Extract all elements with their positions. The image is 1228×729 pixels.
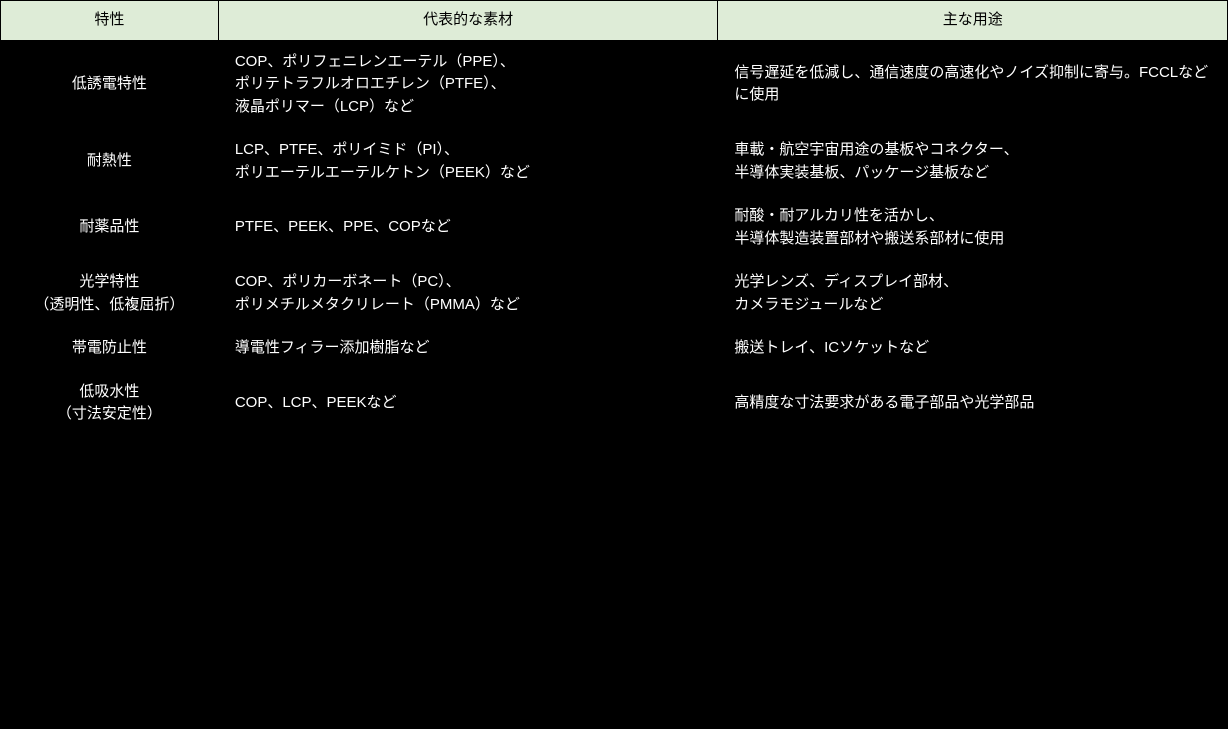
table-row: 帯電防止性 導電性フィラー添加樹脂など 搬送トレイ、ICソケットなど bbox=[1, 327, 1228, 371]
cell-material: PTFE、PEEK、PPE、COPなど bbox=[218, 195, 718, 261]
cell-trait: 低誘電特性 bbox=[1, 40, 219, 129]
cell-trait: 光学特性（透明性、低複屈折） bbox=[1, 261, 219, 327]
table-row: 低誘電特性 COP、ポリフェニレンエーテル（PPE）、ポリテトラフルオロエチレン… bbox=[1, 40, 1228, 129]
header-material: 代表的な素材 bbox=[218, 1, 718, 41]
header-trait: 特性 bbox=[1, 1, 219, 41]
table-body: 低誘電特性 COP、ポリフェニレンエーテル（PPE）、ポリテトラフルオロエチレン… bbox=[1, 40, 1228, 436]
materials-table: 特性 代表的な素材 主な用途 低誘電特性 COP、ポリフェニレンエーテル（PPE… bbox=[0, 0, 1228, 437]
cell-usage: 耐酸・耐アルカリ性を活かし、半導体製造装置部材や搬送系部材に使用 bbox=[718, 195, 1228, 261]
cell-usage: 搬送トレイ、ICソケットなど bbox=[718, 327, 1228, 371]
cell-usage: 高精度な寸法要求がある電子部品や光学部品 bbox=[718, 370, 1228, 436]
cell-material: LCP、PTFE、ポリイミド（PI）、ポリエーテルエーテルケトン（PEEK）など bbox=[218, 129, 718, 195]
cell-trait: 低吸水性（寸法安定性） bbox=[1, 370, 219, 436]
cell-trait: 耐薬品性 bbox=[1, 195, 219, 261]
header-usage: 主な用途 bbox=[718, 1, 1228, 41]
cell-usage: 車載・航空宇宙用途の基板やコネクター、半導体実装基板、パッケージ基板など bbox=[718, 129, 1228, 195]
cell-trait: 帯電防止性 bbox=[1, 327, 219, 371]
cell-material: 導電性フィラー添加樹脂など bbox=[218, 327, 718, 371]
table-row: 低吸水性（寸法安定性） COP、LCP、PEEKなど 高精度な寸法要求がある電子… bbox=[1, 370, 1228, 436]
table-header-row: 特性 代表的な素材 主な用途 bbox=[1, 1, 1228, 41]
cell-trait: 耐熱性 bbox=[1, 129, 219, 195]
table-row: 耐熱性 LCP、PTFE、ポリイミド（PI）、ポリエーテルエーテルケトン（PEE… bbox=[1, 129, 1228, 195]
table-row: 光学特性（透明性、低複屈折） COP、ポリカーボネート（PC）、ポリメチルメタク… bbox=[1, 261, 1228, 327]
table-row: 耐薬品性 PTFE、PEEK、PPE、COPなど 耐酸・耐アルカリ性を活かし、半… bbox=[1, 195, 1228, 261]
cell-usage: 光学レンズ、ディスプレイ部材、カメラモジュールなど bbox=[718, 261, 1228, 327]
cell-material: COP、ポリカーボネート（PC）、ポリメチルメタクリレート（PMMA）など bbox=[218, 261, 718, 327]
cell-material: COP、LCP、PEEKなど bbox=[218, 370, 718, 436]
cell-usage: 信号遅延を低減し、通信速度の高速化やノイズ抑制に寄与。FCCLなどに使用 bbox=[718, 40, 1228, 129]
cell-material: COP、ポリフェニレンエーテル（PPE）、ポリテトラフルオロエチレン（PTFE）… bbox=[218, 40, 718, 129]
